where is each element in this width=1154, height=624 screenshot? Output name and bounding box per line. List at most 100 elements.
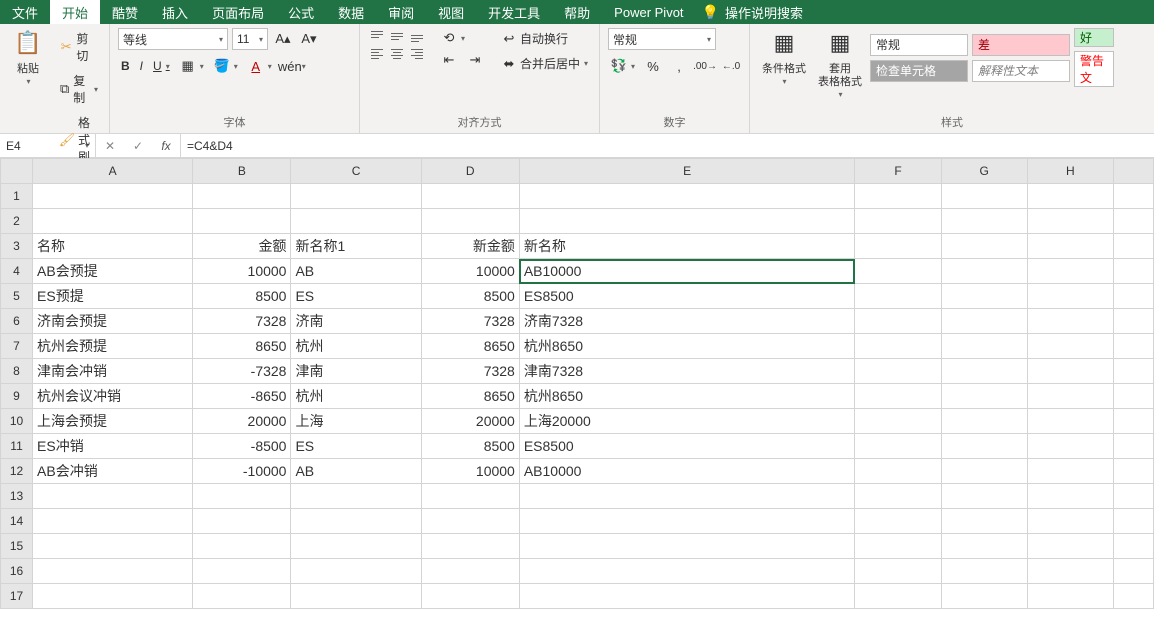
cell-style-warning[interactable]: 警告文 xyxy=(1074,51,1114,87)
cut-button[interactable]: ✂剪切 xyxy=(56,28,101,66)
conditional-format-button[interactable]: ▦ 条件格式▾ xyxy=(758,28,810,89)
cell-A7[interactable]: 杭州会预提 xyxy=(33,334,193,359)
column-header-D[interactable]: D xyxy=(421,159,519,184)
phonetic-button[interactable]: wén▾ xyxy=(279,56,309,76)
decrease-decimal-button[interactable]: ←.0 xyxy=(720,56,742,76)
row-header-11[interactable]: 11 xyxy=(1,434,33,459)
percent-button[interactable]: % xyxy=(642,56,664,76)
cell-E4[interactable]: AB10000 xyxy=(519,259,855,284)
cell-C17[interactable] xyxy=(291,584,421,609)
cell-H6[interactable] xyxy=(1027,309,1113,334)
cell-H12[interactable] xyxy=(1027,459,1113,484)
cell-F15[interactable] xyxy=(855,534,941,559)
cell-D10[interactable]: 20000 xyxy=(421,409,519,434)
cell-B2[interactable] xyxy=(193,209,291,234)
cell-B1[interactable] xyxy=(193,184,291,209)
cell-A14[interactable] xyxy=(33,509,193,534)
cell-E1[interactable] xyxy=(519,184,855,209)
borders-button[interactable]: ▦▾ xyxy=(177,56,207,76)
tab-data[interactable]: 数据 xyxy=(326,0,376,24)
cell-C12[interactable]: AB xyxy=(291,459,421,484)
cell-A12[interactable]: AB会冲销 xyxy=(33,459,193,484)
align-top-button[interactable] xyxy=(368,28,386,44)
align-left-button[interactable] xyxy=(368,46,386,62)
cell-A6[interactable]: 济南会预提 xyxy=(33,309,193,334)
cell-G9[interactable] xyxy=(941,384,1027,409)
row-header-8[interactable]: 8 xyxy=(1,359,33,384)
cell-D17[interactable] xyxy=(421,584,519,609)
cell-F3[interactable] xyxy=(855,234,941,259)
row-header-7[interactable]: 7 xyxy=(1,334,33,359)
cell-B12[interactable]: -10000 xyxy=(193,459,291,484)
cell-B13[interactable] xyxy=(193,484,291,509)
cell-F8[interactable] xyxy=(855,359,941,384)
row-header-14[interactable]: 14 xyxy=(1,509,33,534)
row-header-12[interactable]: 12 xyxy=(1,459,33,484)
cell-C16[interactable] xyxy=(291,559,421,584)
row-header-6[interactable]: 6 xyxy=(1,309,33,334)
cell-A16[interactable] xyxy=(33,559,193,584)
accounting-format-button[interactable]: 💱▾ xyxy=(608,56,638,76)
format-as-table-button[interactable]: ▦ 套用 表格格式▾ xyxy=(814,28,866,102)
cell-C1[interactable] xyxy=(291,184,421,209)
cell-C11[interactable]: ES xyxy=(291,434,421,459)
cell-5[interactable] xyxy=(1113,284,1153,309)
cell-D6[interactable]: 7328 xyxy=(421,309,519,334)
cell-2[interactable] xyxy=(1113,209,1153,234)
cell-A3[interactable]: 名称 xyxy=(33,234,193,259)
cell-H5[interactable] xyxy=(1027,284,1113,309)
cell-style-bad[interactable]: 差 xyxy=(972,34,1070,56)
row-header-3[interactable]: 3 xyxy=(1,234,33,259)
cell-D3[interactable]: 新金额 xyxy=(421,234,519,259)
cell-C8[interactable]: 津南 xyxy=(291,359,421,384)
cell-D8[interactable]: 7328 xyxy=(421,359,519,384)
align-right-button[interactable] xyxy=(408,46,426,62)
cell-F14[interactable] xyxy=(855,509,941,534)
cell-G4[interactable] xyxy=(941,259,1027,284)
cell-17[interactable] xyxy=(1113,584,1153,609)
bold-button[interactable]: B xyxy=(118,57,133,75)
cell-E17[interactable] xyxy=(519,584,855,609)
cell-style-check[interactable]: 检查单元格 xyxy=(870,60,968,82)
cell-G17[interactable] xyxy=(941,584,1027,609)
cell-D13[interactable] xyxy=(421,484,519,509)
cell-G7[interactable] xyxy=(941,334,1027,359)
cell-D11[interactable]: 8500 xyxy=(421,434,519,459)
increase-font-button[interactable]: A▴ xyxy=(272,29,294,49)
cell-F11[interactable] xyxy=(855,434,941,459)
number-format-combo[interactable]: 常规▾ xyxy=(608,28,716,50)
tab-file[interactable]: 文件 xyxy=(0,0,50,24)
cell-G5[interactable] xyxy=(941,284,1027,309)
row-header-15[interactable]: 15 xyxy=(1,534,33,559)
cell-D2[interactable] xyxy=(421,209,519,234)
cell-B3[interactable]: 金额 xyxy=(193,234,291,259)
tab-insert[interactable]: 插入 xyxy=(150,0,200,24)
column-header-F[interactable]: F xyxy=(855,159,941,184)
cell-12[interactable] xyxy=(1113,459,1153,484)
cell-D7[interactable]: 8650 xyxy=(421,334,519,359)
cell-H1[interactable] xyxy=(1027,184,1113,209)
cell-F12[interactable] xyxy=(855,459,941,484)
cell-D1[interactable] xyxy=(421,184,519,209)
cell-C9[interactable]: 杭州 xyxy=(291,384,421,409)
cell-A2[interactable] xyxy=(33,209,193,234)
tab-page-layout[interactable]: 页面布局 xyxy=(200,0,276,24)
insert-function-button[interactable]: fx xyxy=(152,139,180,153)
decrease-indent-button[interactable]: ⇤ xyxy=(438,50,460,70)
cell-F9[interactable] xyxy=(855,384,941,409)
wrap-text-button[interactable]: ↩自动换行 xyxy=(498,28,591,49)
cell-B16[interactable] xyxy=(193,559,291,584)
font-color-button[interactable]: A▾ xyxy=(245,56,275,76)
cell-B11[interactable]: -8500 xyxy=(193,434,291,459)
cell-F2[interactable] xyxy=(855,209,941,234)
cell-B17[interactable] xyxy=(193,584,291,609)
cell-E7[interactable]: 杭州8650 xyxy=(519,334,855,359)
cell-13[interactable] xyxy=(1113,484,1153,509)
cell-E12[interactable]: AB10000 xyxy=(519,459,855,484)
row-header-17[interactable]: 17 xyxy=(1,584,33,609)
cell-E9[interactable]: 杭州8650 xyxy=(519,384,855,409)
cell-F16[interactable] xyxy=(855,559,941,584)
cell-E2[interactable] xyxy=(519,209,855,234)
cell-G13[interactable] xyxy=(941,484,1027,509)
cell-H14[interactable] xyxy=(1027,509,1113,534)
